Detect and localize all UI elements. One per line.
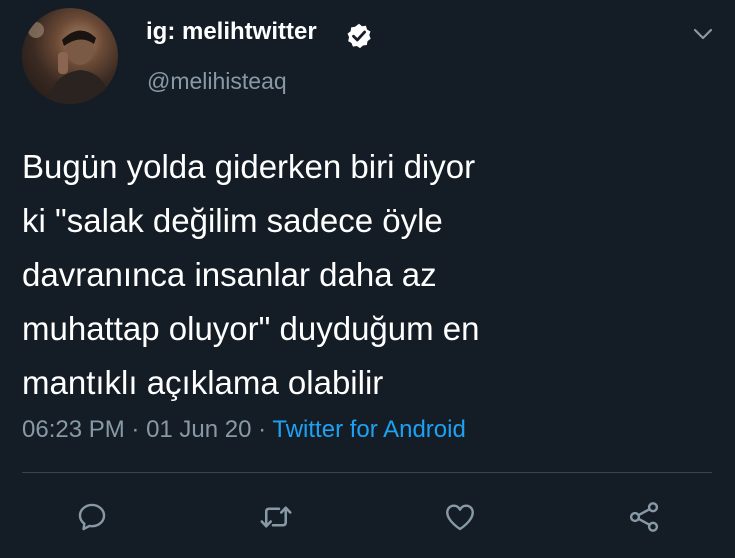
retweet-button[interactable]: [256, 497, 296, 537]
tweet-text: Bugün yolda giderken biri diyor ki "sala…: [22, 148, 480, 401]
tweet-source-link[interactable]: Twitter for Android: [272, 416, 465, 443]
heart-icon: [446, 504, 474, 531]
reply-button[interactable]: [72, 497, 112, 537]
avatar-photo: [28, 22, 112, 104]
retweet-icon: [260, 506, 292, 528]
meta-separator: ·: [124, 416, 147, 443]
reply-icon: [78, 503, 106, 531]
divider: [22, 472, 712, 473]
share-icon: [629, 502, 659, 532]
chevron-down-icon[interactable]: [690, 24, 716, 44]
display-name[interactable]: ig: melihtwitter: [146, 18, 317, 46]
handle[interactable]: @melihisteaq: [147, 68, 287, 95]
meta-separator: ·: [251, 416, 273, 443]
verified-badge-icon: [345, 22, 373, 50]
tweet-date[interactable]: 01 Jun 20: [146, 416, 251, 443]
like-button[interactable]: [440, 497, 480, 537]
tweet-time[interactable]: 06:23 PM: [22, 416, 125, 443]
share-button[interactable]: [624, 497, 664, 537]
tweet-meta: 06:23 PM · 01 Jun 20 · Twitter for Andro…: [22, 416, 466, 444]
avatar[interactable]: [22, 8, 118, 104]
